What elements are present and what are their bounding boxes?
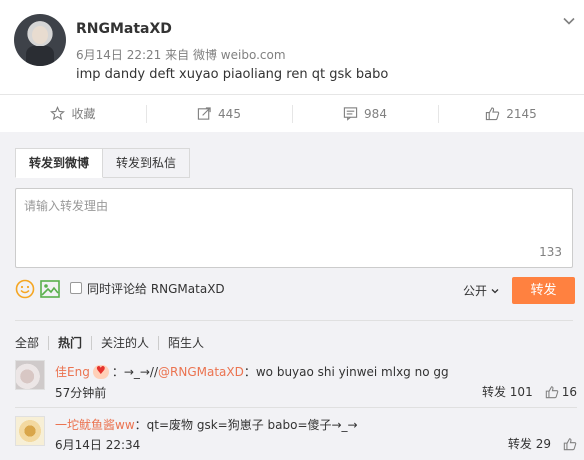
filter-hot[interactable]: 热门	[48, 336, 91, 350]
comment-text-prefix: ：→_→//	[111, 365, 159, 379]
comment-count: 984	[364, 106, 387, 121]
comment-like-count: 16	[561, 384, 577, 399]
filter-following[interactable]: 关注的人	[91, 336, 158, 350]
post-text: imp dandy deft xuyao piaoliang ren qt gs…	[76, 67, 389, 82]
sync-comment-label: 同时评论给 RNGMataXD	[87, 282, 225, 296]
thumbs-up-icon	[545, 385, 559, 398]
comment-icon	[343, 107, 358, 121]
forward-count: 445	[218, 106, 241, 121]
filter-strangers[interactable]: 陌生人	[158, 336, 213, 350]
like-button[interactable]: 2145	[438, 95, 584, 132]
post-date[interactable]: 6月14日 22:21	[76, 48, 161, 62]
avatar-face	[32, 26, 48, 44]
comment-avatar[interactable]	[15, 360, 45, 390]
privacy-dropdown[interactable]: 公开	[463, 282, 500, 299]
comment-username[interactable]: 一坨鱿鱼酱ww	[55, 416, 135, 433]
like-count: 2145	[506, 106, 537, 121]
favorite-label: 收藏	[71, 107, 96, 121]
filter-all[interactable]: 全部	[15, 336, 48, 350]
chevron-down-icon	[491, 288, 499, 293]
comment-text-line: 一坨鱿鱼酱ww ：qt=废物 gsk=狗崽子 babo=傻子→_→	[55, 416, 358, 433]
post-source-prefix: 来自	[165, 48, 190, 62]
image-icon[interactable]	[40, 280, 60, 298]
comment-actions: 转发 29	[508, 435, 577, 452]
star-icon	[50, 106, 66, 121]
divider	[15, 407, 577, 408]
post-meta: 6月14日 22:21 来自 微博 weibo.com	[76, 46, 286, 63]
heart-badge-icon	[92, 364, 109, 379]
divider	[15, 320, 573, 321]
favorite-button[interactable]: 收藏	[0, 95, 146, 132]
forward-tab-button[interactable]: 445	[146, 95, 292, 132]
char-count: 133	[539, 245, 562, 259]
comment-item: 佳Eng ：→_→// @RNGMataXD ：wo buyao shi yin…	[15, 360, 577, 400]
privacy-label: 公开	[463, 284, 488, 298]
forward-submit-button[interactable]: 转发	[512, 277, 575, 304]
sync-comment-checkbox[interactable]	[70, 282, 82, 294]
post-username[interactable]: RNGMataXD	[76, 21, 172, 37]
comment-text: ：qt=废物 gsk=狗崽子 babo=傻子→_→	[134, 418, 358, 432]
comment-avatar[interactable]	[15, 416, 45, 446]
emoji-icon[interactable]	[15, 279, 35, 299]
action-separator	[292, 105, 293, 123]
action-separator	[146, 105, 147, 123]
action-separator	[438, 105, 439, 123]
tab-forward-to-weibo[interactable]: 转发到微博	[15, 148, 104, 178]
forward-reason-input[interactable]: 请输入转发理由 133	[15, 188, 573, 268]
thumbs-up-icon	[563, 437, 577, 450]
comment-forward-button[interactable]: 转发 101	[482, 383, 533, 400]
comment-forward-button[interactable]: 转发 29	[508, 435, 551, 452]
forward-panel: 转发到微博 转发到私信 请输入转发理由 133 同时评论给 RNGMataXD …	[0, 132, 584, 460]
comment-filter-bar: 全部 热门 关注的人 陌生人	[15, 334, 213, 352]
tab-forward-to-message[interactable]: 转发到私信	[103, 148, 191, 178]
comment-button[interactable]: 984	[292, 95, 438, 132]
comment-mention[interactable]: @RNGMataXD	[158, 365, 244, 379]
user-avatar[interactable]	[14, 14, 66, 66]
comment-like-button[interactable]	[563, 437, 577, 451]
compose-toolbar: 同时评论给 RNGMataXD 公开 转发	[15, 277, 575, 304]
avatar-body	[26, 46, 54, 66]
comment-text-line: 佳Eng ：→_→// @RNGMataXD ：wo buyao shi yin…	[55, 363, 449, 380]
comment-time: 6月14日 22:34	[55, 438, 141, 452]
forward-reason-placeholder: 请输入转发理由	[24, 199, 109, 213]
weibo-post: RNGMataXD 6月14日 22:21 来自 微博 weibo.com im…	[0, 0, 584, 94]
forward-tabs: 转发到微博 转发到私信	[15, 148, 191, 178]
post-action-bar: 收藏 445 984 2145	[0, 94, 584, 132]
post-source[interactable]: 微博 weibo.com	[193, 48, 286, 62]
comment-time: 57分钟前	[55, 386, 107, 400]
thumbs-up-icon	[486, 107, 500, 121]
comment-text: ：wo buyao shi yinwei mlxg no gg	[243, 365, 449, 379]
chevron-down-icon[interactable]	[562, 14, 576, 28]
comment-item: 一坨鱿鱼酱ww ：qt=废物 gsk=狗崽子 babo=傻子→_→ 6月14日 …	[15, 416, 577, 456]
comment-actions: 转发 101 16	[482, 383, 577, 400]
comment-username[interactable]: 佳Eng	[55, 363, 90, 380]
forward-icon	[197, 107, 211, 120]
comment-like-button[interactable]: 16	[545, 385, 577, 399]
